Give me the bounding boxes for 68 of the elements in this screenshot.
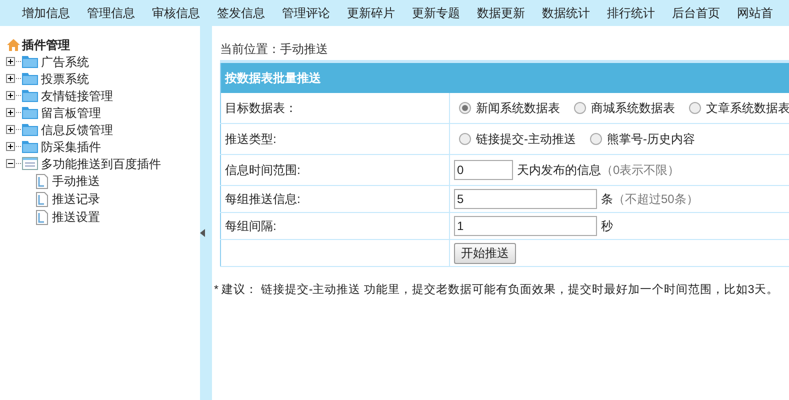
radio-button[interactable] bbox=[459, 133, 471, 145]
hint-text: （不超过50条） bbox=[613, 191, 698, 208]
number-field[interactable]: 1 bbox=[454, 216, 597, 236]
breadcrumb: 当前位置：手动推送 bbox=[220, 41, 329, 58]
start-push-button[interactable]: 开始推送 bbox=[454, 242, 516, 264]
unit-label: 天内发布的信息 bbox=[517, 162, 601, 179]
number-field[interactable]: 5 bbox=[454, 189, 597, 209]
radio-option[interactable]: 新闻系统数据表 bbox=[459, 98, 560, 117]
folder-icon bbox=[22, 140, 38, 153]
tree-item[interactable]: 多功能推送到百度插件 bbox=[41, 154, 161, 172]
nav-link[interactable]: 网站首 bbox=[737, 4, 773, 22]
folder-icon bbox=[22, 89, 38, 102]
radio-button[interactable] bbox=[459, 102, 471, 114]
nav-link[interactable]: 管理评论 bbox=[282, 4, 330, 22]
suggestion-note: * 建议： 链接提交-主动推送 功能里，提交老数据可能有负面效果，提交时最好加一个时间范围，比如3天。 bbox=[214, 282, 780, 298]
tree-item[interactable]: 推送记录 bbox=[52, 190, 100, 208]
home-icon bbox=[6, 38, 21, 52]
expand-icon[interactable] bbox=[6, 108, 15, 117]
nav-link[interactable]: 更新碎片 bbox=[347, 4, 395, 22]
folder-icon bbox=[22, 106, 38, 119]
tree-item[interactable]: 推送设置 bbox=[52, 208, 100, 226]
folder-icon bbox=[22, 72, 38, 85]
unit-label: 秒 bbox=[601, 218, 613, 235]
nav-link[interactable]: 排行统计 bbox=[607, 4, 655, 22]
field-label: 每组推送信息: bbox=[220, 186, 450, 212]
list-icon bbox=[22, 157, 38, 170]
tree-item[interactable]: 手动推送 bbox=[52, 172, 100, 190]
expand-icon[interactable] bbox=[6, 142, 15, 151]
tree-item[interactable]: 信息反馈管理 bbox=[41, 120, 113, 138]
folder-icon bbox=[22, 55, 38, 68]
document-icon bbox=[36, 210, 48, 224]
tree-item[interactable]: 留言板管理 bbox=[41, 104, 101, 122]
expand-icon[interactable] bbox=[6, 74, 15, 83]
folder-icon bbox=[22, 123, 38, 136]
tree-item[interactable]: 友情链接管理 bbox=[41, 86, 113, 104]
nav-link[interactable]: 签发信息 bbox=[217, 4, 265, 22]
expand-icon[interactable] bbox=[6, 91, 15, 100]
tree-title: 插件管理 bbox=[22, 37, 70, 54]
tree-item[interactable]: 广告系统 bbox=[41, 52, 89, 70]
radio-option[interactable]: 熊掌号-历史内容 bbox=[590, 130, 695, 148]
unit-label: 条 bbox=[601, 191, 613, 208]
radio-button[interactable] bbox=[689, 102, 701, 114]
radio-option[interactable]: 商城系统数据表 bbox=[574, 98, 675, 117]
expand-icon[interactable] bbox=[6, 57, 15, 66]
number-field[interactable]: 0 bbox=[454, 160, 513, 180]
nav-link[interactable]: 管理信息 bbox=[87, 4, 135, 22]
nav-link[interactable]: 增加信息 bbox=[22, 4, 70, 22]
nav-link[interactable]: 数据更新 bbox=[477, 4, 525, 22]
field-label: 目标数据表： bbox=[220, 92, 450, 124]
field-label: 每组间隔: bbox=[220, 212, 450, 240]
nav-link[interactable]: 审核信息 bbox=[152, 4, 200, 22]
collapse-icon[interactable] bbox=[6, 159, 15, 168]
radio-button[interactable] bbox=[574, 102, 586, 114]
field-label: 推送类型: bbox=[220, 124, 450, 154]
expand-icon[interactable] bbox=[6, 125, 15, 134]
nav-link[interactable]: 后台首页 bbox=[672, 4, 720, 22]
document-icon bbox=[36, 192, 48, 206]
hint-text: （0表示不限） bbox=[601, 162, 680, 179]
collapse-arrow-icon[interactable] bbox=[200, 229, 205, 237]
tree-item[interactable]: 防采集插件 bbox=[41, 138, 101, 156]
tree-item[interactable]: 投票系统 bbox=[41, 70, 89, 88]
radio-button[interactable] bbox=[590, 133, 602, 145]
nav-link[interactable]: 数据统计 bbox=[542, 4, 590, 22]
nav-link[interactable]: 更新专题 bbox=[412, 4, 460, 22]
field-label: 信息时间范围: bbox=[220, 154, 450, 186]
document-icon bbox=[36, 174, 48, 188]
form-header: 按数据表批量推送 bbox=[220, 62, 789, 92]
radio-option[interactable]: 链接提交-主动推送 bbox=[459, 130, 576, 148]
